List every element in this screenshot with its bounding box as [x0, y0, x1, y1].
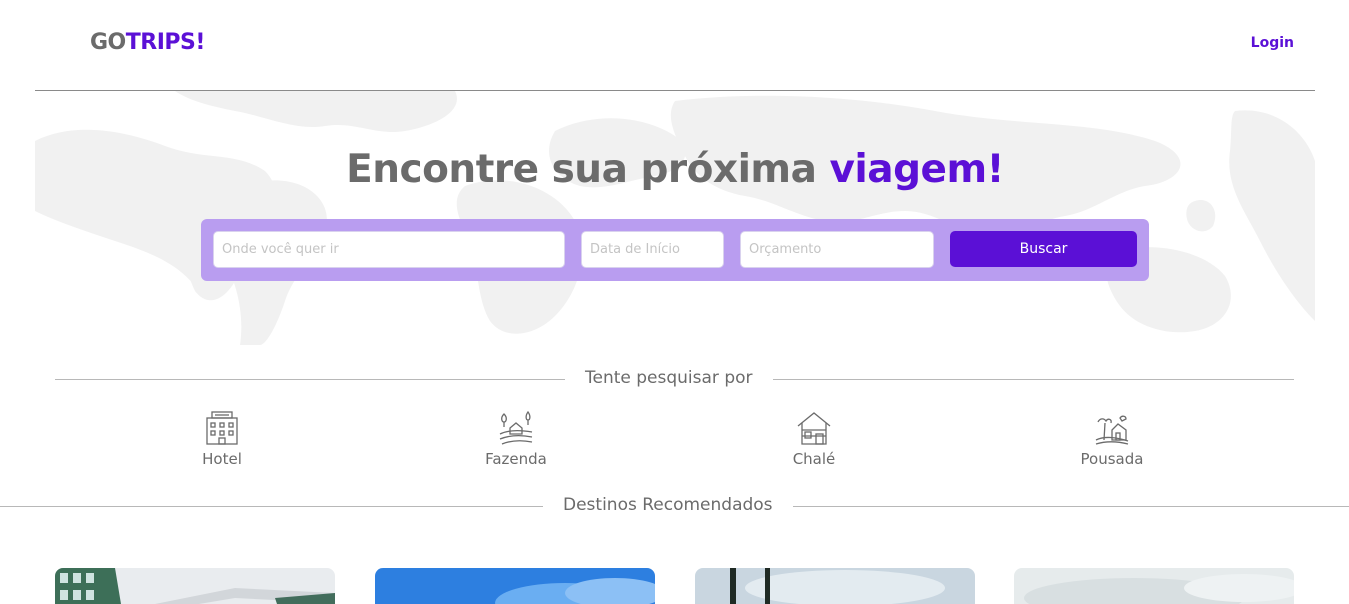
destination-card[interactable] [1014, 568, 1294, 604]
category-fazenda[interactable]: Fazenda [456, 410, 576, 468]
destinations-title: Destinos Recomendados [543, 495, 793, 515]
budget-input[interactable] [740, 231, 934, 268]
destination-photo [55, 568, 335, 604]
hero-title-main: Encontre sua próxima [346, 147, 817, 192]
hero-section: Encontre sua próxima viagem! [35, 91, 1315, 345]
destination-photo [1014, 568, 1294, 604]
category-chale[interactable]: Chalé [754, 410, 874, 468]
destination-card[interactable] [695, 568, 975, 604]
destination-card[interactable] [55, 568, 335, 604]
category-chale-label: Chalé [792, 450, 836, 468]
start-date-input[interactable] [581, 231, 724, 268]
login-link[interactable]: Login [1251, 35, 1294, 51]
category-hotel-label: Hotel [202, 450, 242, 468]
hero-title-accent: viagem! [829, 147, 1004, 192]
logo-part-go: GO [90, 30, 126, 55]
category-hotel[interactable]: Hotel [162, 410, 282, 468]
logo-part-trips: TRIPS! [125, 30, 206, 55]
hotel-icon [206, 411, 238, 445]
category-pousada-label: Pousada [1080, 450, 1144, 468]
farm-icon [499, 410, 533, 445]
chalet-icon [797, 412, 831, 445]
destination-card[interactable] [375, 568, 655, 604]
world-map-background [35, 91, 1315, 345]
destination-photo [695, 568, 975, 604]
header: GOTRIPS! Login [0, 0, 1349, 90]
inn-icon [1095, 415, 1129, 445]
category-fazenda-label: Fazenda [485, 450, 547, 468]
categories-title: Tente pesquisar por [565, 368, 773, 388]
destination-input[interactable] [213, 231, 565, 268]
logo[interactable]: GOTRIPS! [90, 30, 205, 55]
search-button[interactable]: Buscar [950, 231, 1137, 267]
search-bar: Buscar [201, 219, 1149, 281]
category-pousada[interactable]: Pousada [1052, 410, 1172, 468]
destination-photo [375, 568, 655, 604]
hero-title: Encontre sua próxima viagem! [35, 147, 1315, 192]
